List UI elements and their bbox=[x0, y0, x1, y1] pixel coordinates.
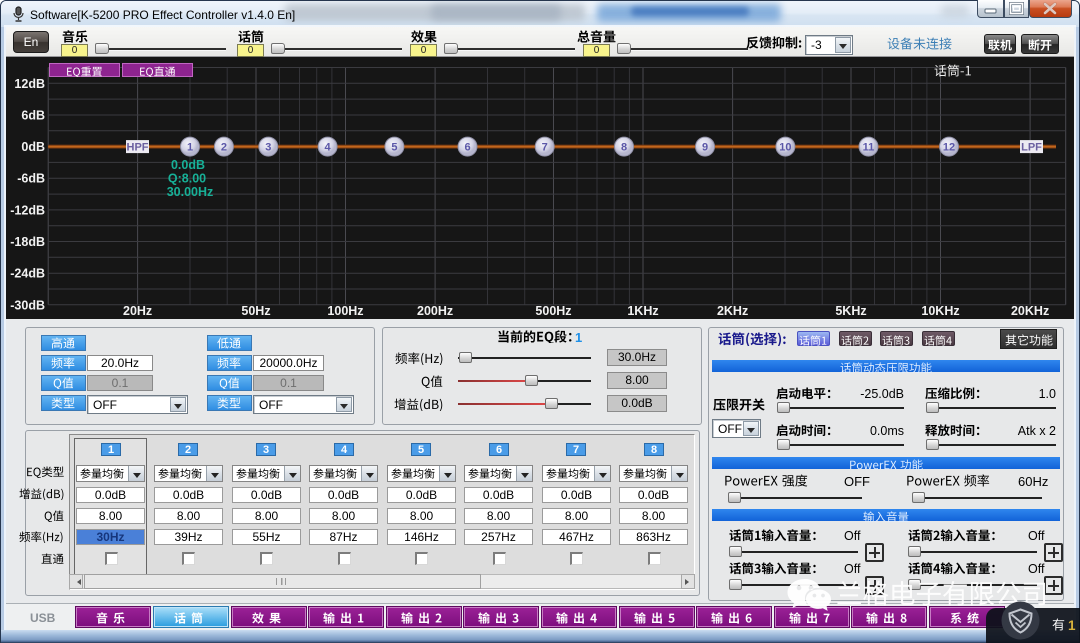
svg-text:HPF: HPF bbox=[127, 142, 149, 154]
svg-text:Q:8.00: Q:8.00 bbox=[168, 172, 206, 186]
svg-text:11: 11 bbox=[863, 142, 875, 154]
svg-text:10KHz: 10KHz bbox=[921, 304, 959, 318]
svg-text:-6dB: -6dB bbox=[17, 172, 45, 186]
svg-text:5KHz: 5KHz bbox=[835, 304, 866, 318]
svg-text:50Hz: 50Hz bbox=[241, 304, 270, 318]
svg-text:30.00Hz: 30.00Hz bbox=[167, 185, 214, 199]
svg-text:500Hz: 500Hz bbox=[535, 304, 571, 318]
svg-text:0dB: 0dB bbox=[21, 140, 45, 154]
svg-text:10: 10 bbox=[779, 142, 791, 154]
svg-text:-30dB: -30dB bbox=[10, 298, 45, 312]
svg-text:2KHz: 2KHz bbox=[717, 304, 748, 318]
svg-text:3: 3 bbox=[265, 142, 271, 154]
svg-text:20KHz: 20KHz bbox=[1011, 304, 1049, 318]
svg-text:1: 1 bbox=[187, 142, 193, 154]
svg-text:6: 6 bbox=[464, 142, 470, 154]
svg-text:2: 2 bbox=[221, 142, 227, 154]
svg-text:1KHz: 1KHz bbox=[627, 304, 658, 318]
svg-text:100Hz: 100Hz bbox=[327, 304, 363, 318]
svg-text:5: 5 bbox=[391, 142, 397, 154]
svg-text:7: 7 bbox=[542, 142, 548, 154]
svg-text:200Hz: 200Hz bbox=[417, 304, 453, 318]
svg-text:0.0dB: 0.0dB bbox=[171, 158, 205, 172]
svg-text:12dB: 12dB bbox=[14, 77, 45, 91]
svg-text:LPF: LPF bbox=[1021, 142, 1042, 154]
svg-text:8: 8 bbox=[621, 142, 627, 154]
svg-text:6dB: 6dB bbox=[21, 109, 45, 123]
svg-text:4: 4 bbox=[325, 142, 332, 154]
svg-text:-12dB: -12dB bbox=[10, 203, 45, 217]
svg-text:12: 12 bbox=[943, 142, 955, 154]
svg-text:-18dB: -18dB bbox=[10, 235, 45, 249]
svg-text:20Hz: 20Hz bbox=[123, 304, 152, 318]
svg-text:9: 9 bbox=[702, 142, 708, 154]
svg-text:-24dB: -24dB bbox=[10, 267, 45, 281]
